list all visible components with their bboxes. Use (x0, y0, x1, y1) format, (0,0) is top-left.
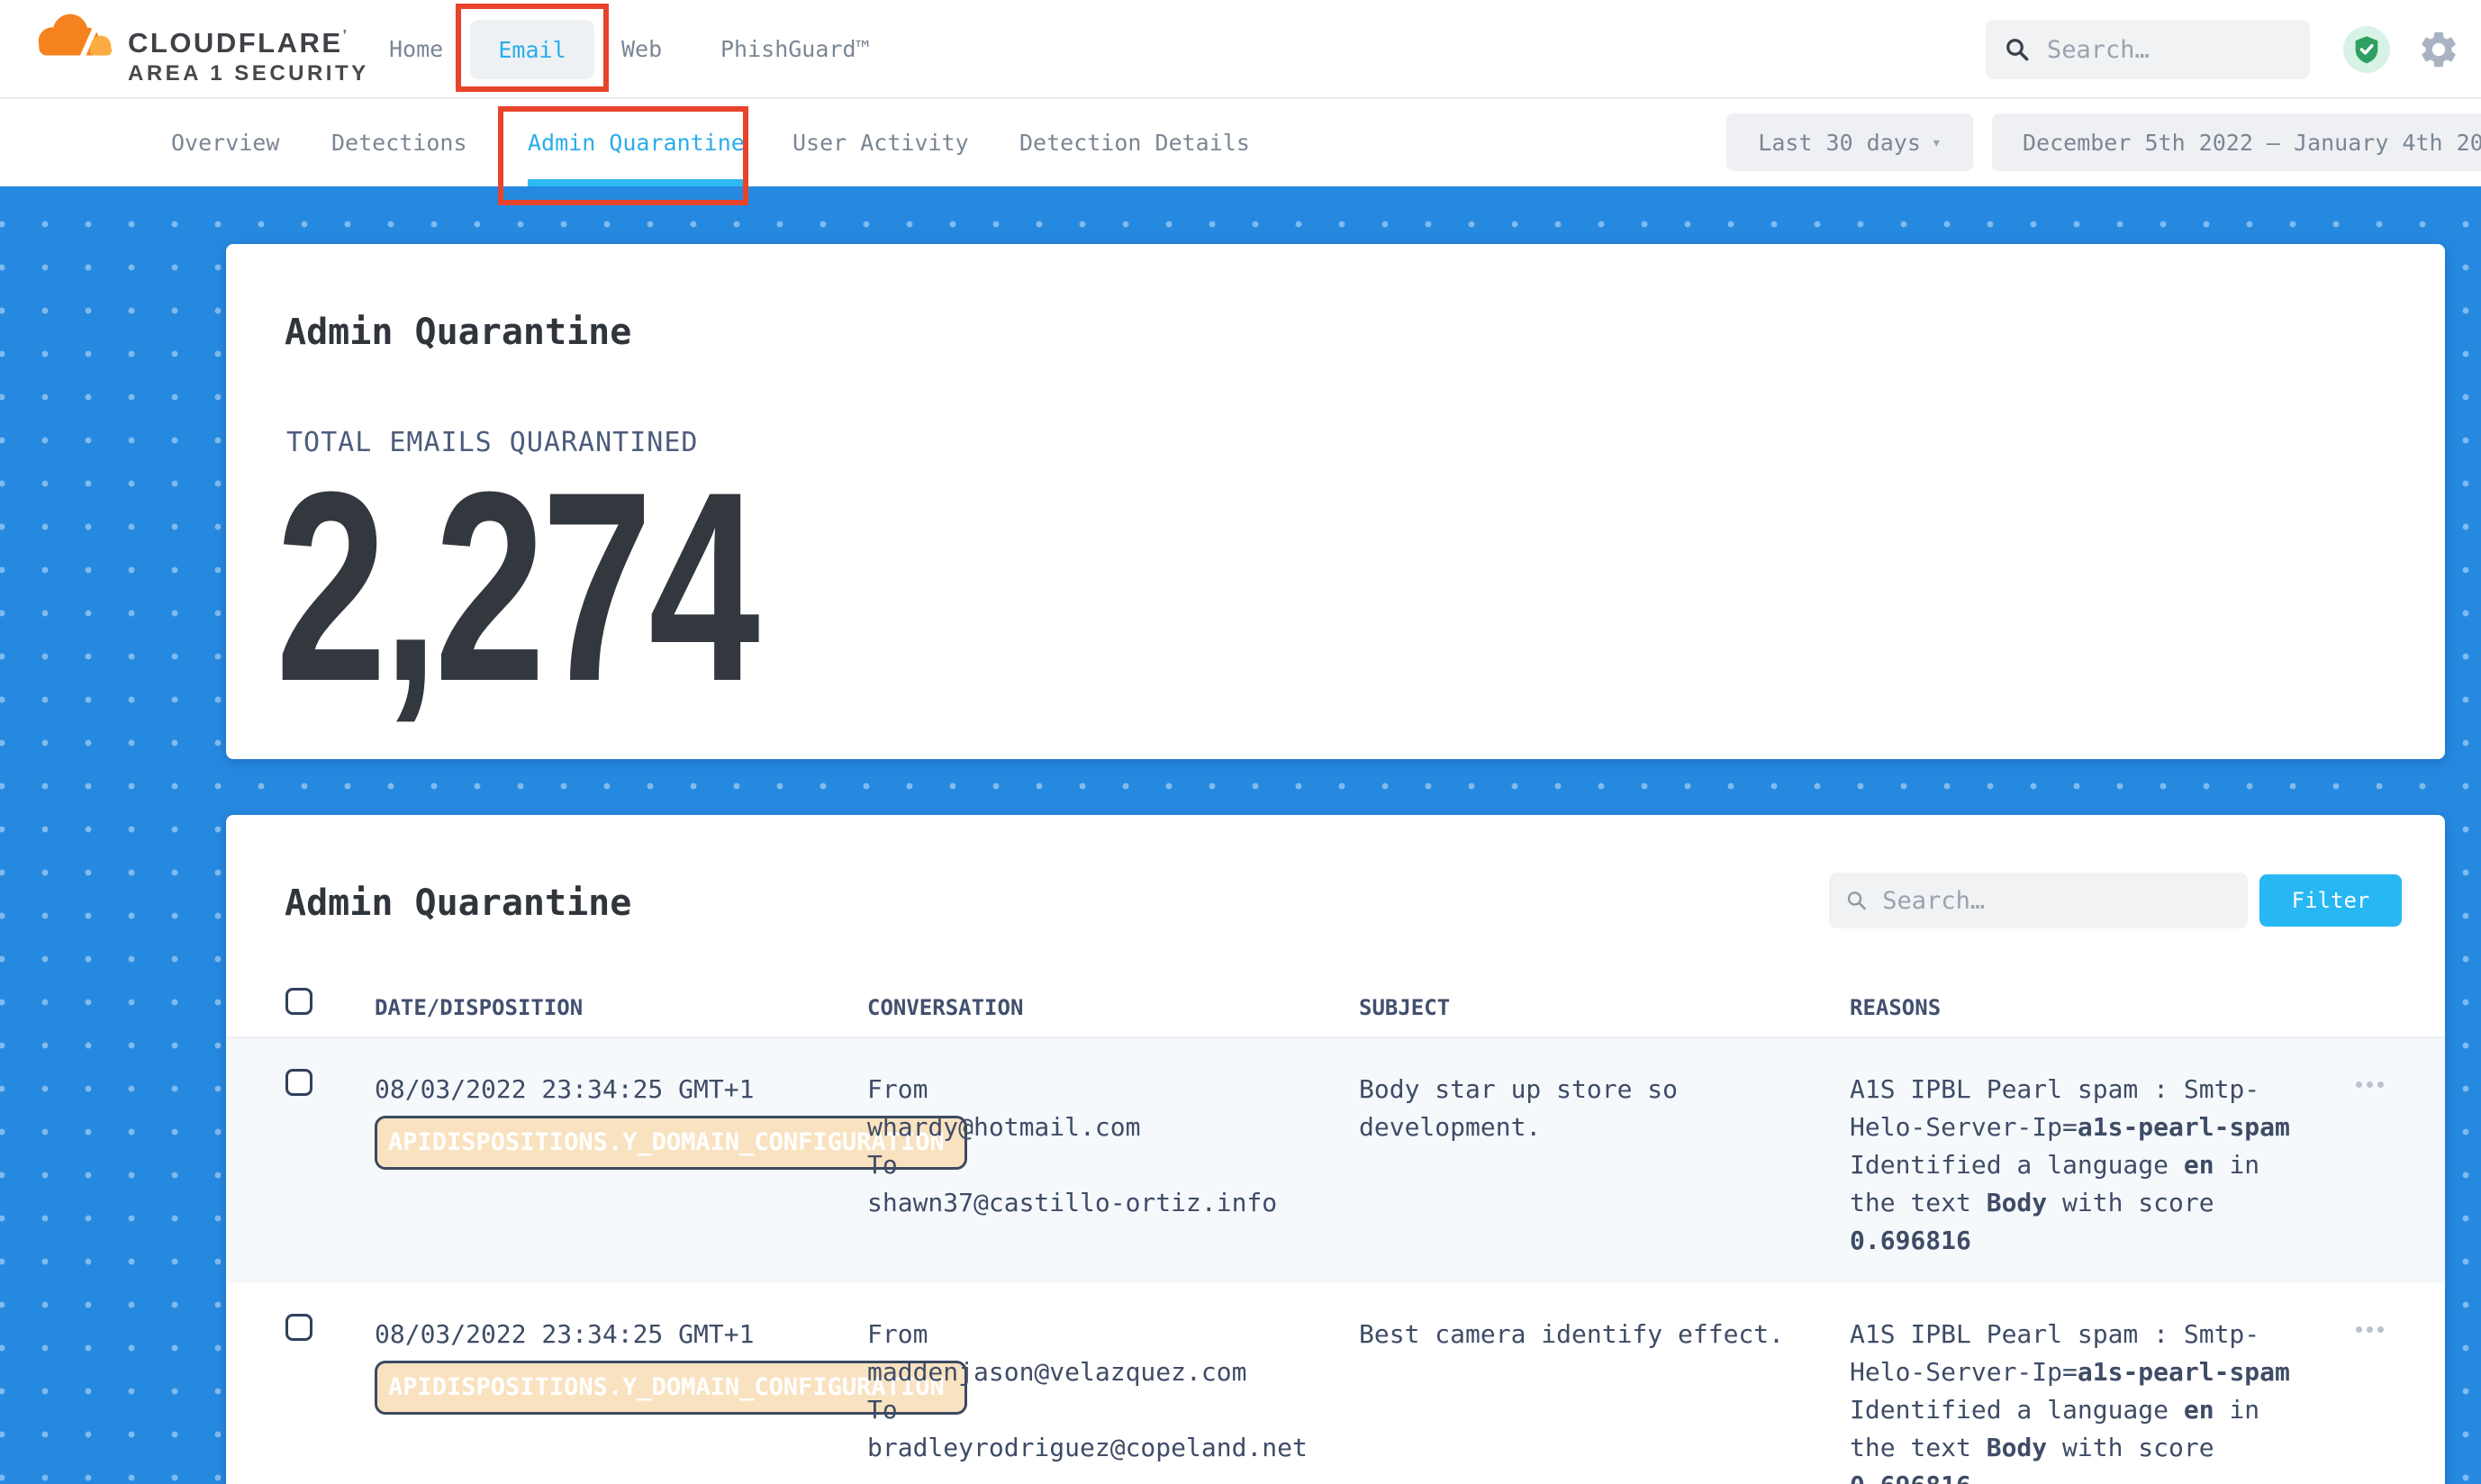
tab-detections-label: Detections (331, 130, 467, 156)
top-bar: CLOUDFLARE’ AREA 1 SECURITY Home Email W… (0, 0, 2481, 99)
reasons-cell: A1S IPBL Pearl spam : Smtp-Helo-Server-I… (1850, 1316, 2302, 1484)
filter-button[interactable]: Filter (2259, 874, 2402, 927)
main-content: Admin Quarantine TOTAL EMAILS QUARANTINE… (0, 186, 2481, 1484)
table-body: 08/03/2022 23:34:25 GMT+1 APIDISPOSITION… (226, 1036, 2445, 1484)
table-search (1829, 873, 2248, 928)
admin-quarantine-screen: CLOUDFLARE’ AREA 1 SECURITY Home Email W… (0, 0, 2481, 1484)
date-range-text: December 5th 2022 — January 4th 2023 (2023, 130, 2481, 156)
row-checkbox[interactable] (285, 1314, 312, 1341)
brand-line1: CLOUDFLARE’ (128, 27, 349, 59)
chevron-down-icon: ▾ (1932, 133, 1942, 152)
brand-trademark: ’ (343, 28, 349, 43)
shield-check-icon (2353, 35, 2380, 64)
nav-item-web[interactable]: Web (621, 36, 662, 62)
conversation-from-address: maddenjason@velazquez.com (867, 1353, 1327, 1391)
conversation-to-address: bradleyrodriguez@copeland.net (867, 1429, 1327, 1467)
row-conversation: From maddenjason@velazquez.com To bradle… (867, 1316, 1327, 1467)
search-icon (2004, 36, 2031, 63)
quarantine-table-card: Admin Quarantine Filter DATE/DISPOSITION… (226, 815, 2445, 1484)
row-subject: Best camera identify effect. (1359, 1316, 1809, 1353)
column-header-reasons: REASONS (1850, 995, 1941, 1020)
global-search (1986, 20, 2310, 79)
tab-detection-details[interactable]: Detection Details (1019, 99, 1250, 186)
search-icon (1845, 888, 1868, 913)
table-row: 08/03/2022 23:34:25 GMT+1 APIDISPOSITION… (226, 1283, 2445, 1484)
tab-user-activity[interactable]: User Activity (792, 99, 969, 186)
row-conversation: From whardy@hotmail.com To shawn37@casti… (867, 1071, 1327, 1222)
tab-detections[interactable]: Detections (331, 99, 467, 186)
row-subject: Body star up store so development. (1359, 1071, 1809, 1146)
column-header-subject: SUBJECT (1359, 995, 1450, 1020)
conversation-to-label: To (867, 1391, 1327, 1429)
summary-card-title: Admin Quarantine (285, 312, 631, 353)
row-checkbox[interactable] (285, 1069, 312, 1096)
tab-overview[interactable]: Overview (171, 99, 279, 186)
security-status-button[interactable] (2343, 26, 2390, 73)
brand-line2: AREA 1 SECURITY (128, 61, 369, 86)
row-date: 08/03/2022 23:34:25 GMT+1 (375, 1316, 771, 1353)
table-row: 08/03/2022 23:34:25 GMT+1 APIDISPOSITION… (226, 1038, 2445, 1283)
column-header-date-disposition: DATE/DISPOSITION (375, 995, 583, 1020)
row-actions-ellipsis-icon[interactable] (2356, 1081, 2384, 1088)
date-range-dropdown[interactable]: Last 30 days ▾ (1726, 113, 1973, 171)
table-search-input[interactable] (1882, 887, 2232, 915)
tab-overview-label: Overview (171, 130, 279, 156)
conversation-to-address: shawn37@castillo-ortiz.info (867, 1184, 1327, 1222)
table-card-title: Admin Quarantine (285, 882, 631, 924)
conversation-from-address: whardy@hotmail.com (867, 1108, 1327, 1146)
tab-admin-quarantine-label: Admin Quarantine (528, 130, 745, 156)
date-range-display[interactable]: December 5th 2022 — January 4th 2023 (1992, 113, 2481, 171)
cloudflare-logo-icon (31, 11, 121, 63)
tab-admin-quarantine[interactable]: Admin Quarantine (528, 99, 745, 186)
metric-value: 2,274 (276, 451, 756, 721)
global-search-input[interactable] (2047, 36, 2292, 64)
conversation-from-label: From (867, 1071, 1327, 1108)
summary-card: Admin Quarantine TOTAL EMAILS QUARANTINE… (226, 244, 2445, 759)
conversation-to-label: To (867, 1146, 1327, 1184)
row-actions-ellipsis-icon[interactable] (2356, 1326, 2384, 1333)
nav-item-phishguard[interactable]: PhishGuard™ (720, 36, 870, 62)
tab-detection-details-label: Detection Details (1019, 130, 1250, 156)
tab-user-activity-label: User Activity (792, 130, 969, 156)
section-tabs-bar: Overview Detections Admin Quarantine Use… (0, 99, 2481, 186)
nav-item-home[interactable]: Home (389, 36, 443, 62)
nav-item-email[interactable]: Email (470, 20, 594, 79)
column-header-conversation: CONVERSATION (867, 995, 1023, 1020)
reasons-cell: A1S IPBL Pearl spam : Smtp-Helo-Server-I… (1850, 1071, 2302, 1260)
active-tab-underline (528, 179, 745, 186)
conversation-from-label: From (867, 1316, 1327, 1353)
select-all-checkbox[interactable] (285, 988, 312, 1015)
date-range-dropdown-label: Last 30 days (1758, 130, 1921, 156)
settings-gear-icon[interactable] (2417, 28, 2460, 71)
nav-item-email-label: Email (498, 37, 566, 63)
row-date: 08/03/2022 23:34:25 GMT+1 (375, 1071, 771, 1108)
